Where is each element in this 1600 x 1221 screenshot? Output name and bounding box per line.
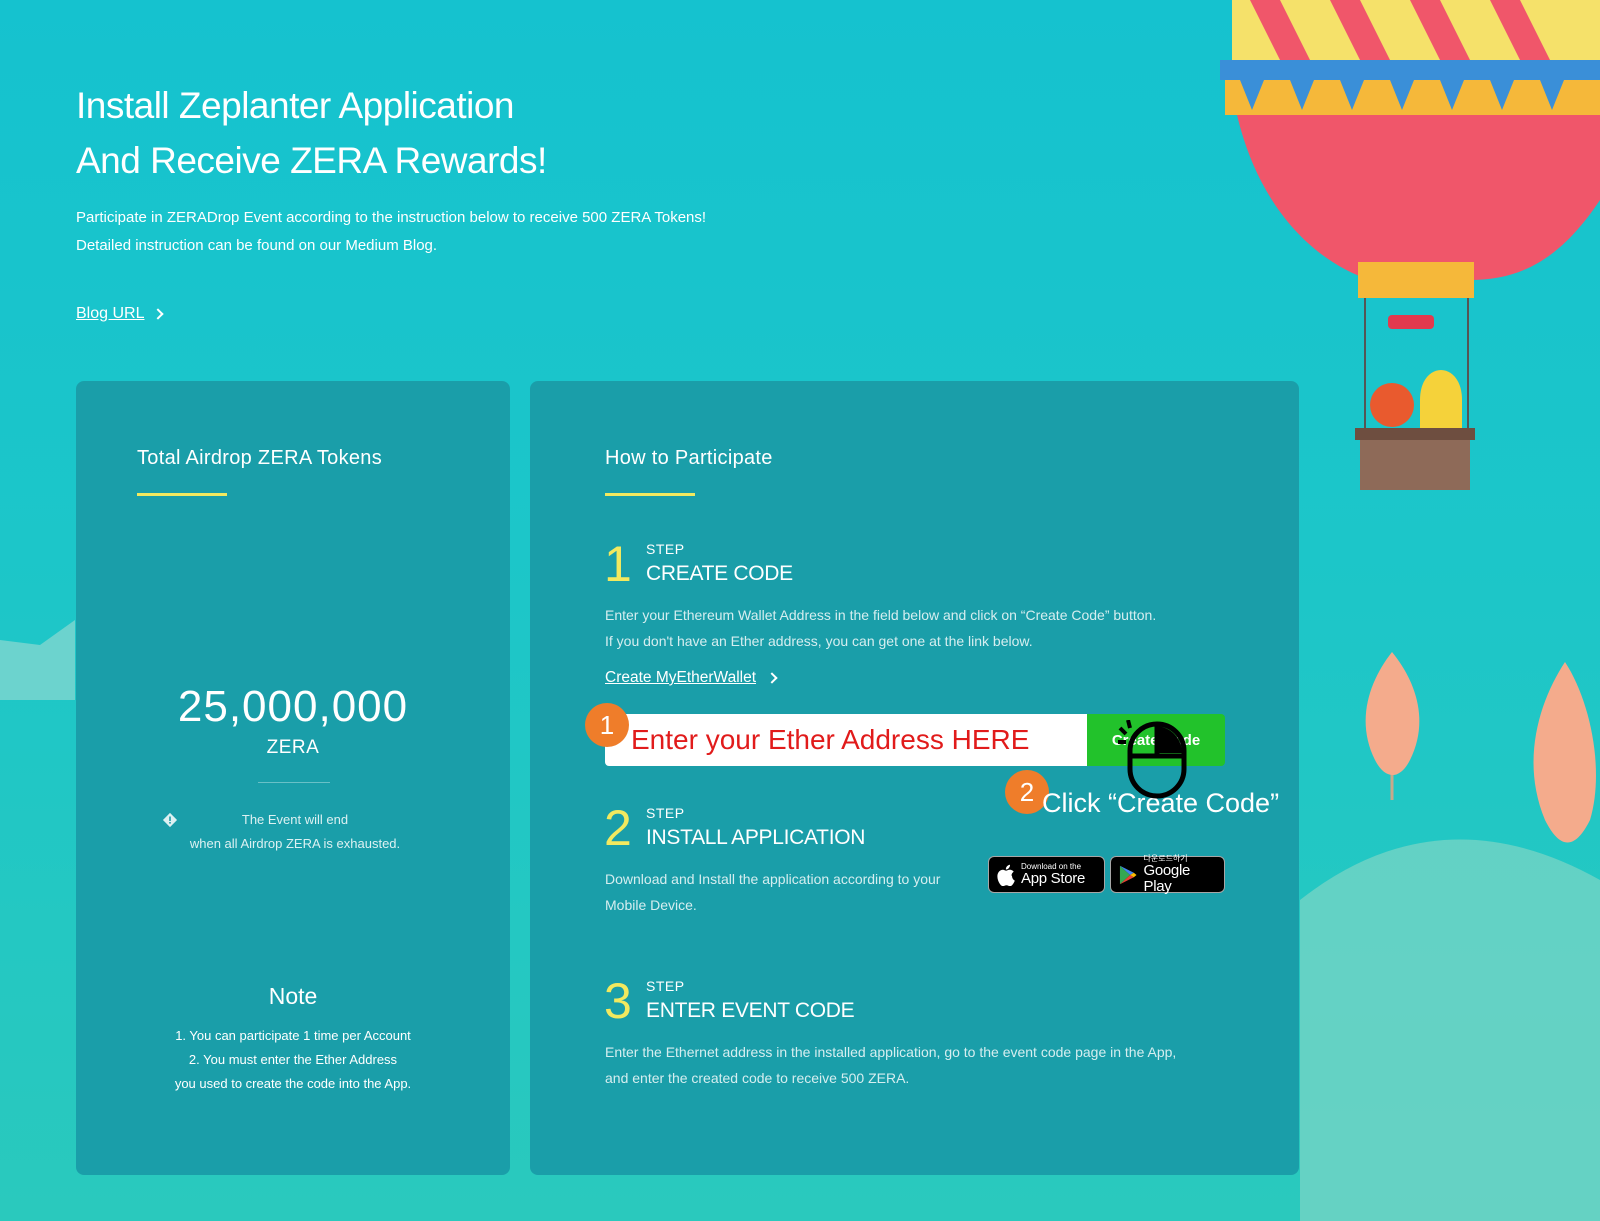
step1-heading: CREATE CODE <box>646 562 793 585</box>
hero-desc-line1: Participate in ZERADrop Event according … <box>76 209 707 226</box>
app-store-big-text: App Store <box>1021 870 1086 887</box>
wallet-link-label: Create MyEtherWallet <box>605 669 757 686</box>
app-store-button[interactable]: Download on the App Store <box>988 856 1105 893</box>
create-myetherwallet-link[interactable]: Create MyEtherWallet <box>605 669 778 687</box>
step2-number: 2 <box>604 800 632 856</box>
divider <box>258 782 330 783</box>
how-to-participate-title: How to Participate <box>605 447 773 469</box>
notice-line2: when all Airdrop ZERA is exhausted. <box>189 836 401 851</box>
step2-heading: INSTALL APPLICATION <box>646 826 866 849</box>
hero-description: Participate in ZERADrop Event according … <box>76 204 706 260</box>
mouse-click-icon <box>1118 720 1187 799</box>
annotation-badge-1: 1 <box>585 703 629 747</box>
event-end-notice: The Event will end when all Airdrop ZERA… <box>170 808 420 856</box>
step3-number: 3 <box>604 973 632 1029</box>
step1-desc-line: Enter your Ethereum Wallet Address in th… <box>605 607 1157 623</box>
title-underline <box>137 493 227 496</box>
notice-line1: The Event will end <box>241 812 349 827</box>
step3-description: Enter the Ethernet address in the instal… <box>605 1039 1176 1091</box>
chevron-right-icon <box>152 308 165 320</box>
note-line: 2. You must enter the Ether Address <box>188 1052 398 1067</box>
step2-desc-line: Download and Install the application acc… <box>605 871 941 887</box>
total-token-value: 25,000,000 <box>177 682 409 731</box>
step1-number: 1 <box>604 536 632 592</box>
blog-url-link[interactable]: Blog URL <box>76 305 165 323</box>
note-line: 1. You can participate 1 time per Accoun… <box>175 1028 411 1043</box>
hero-title-line1: Install Zeplanter Application <box>76 85 514 126</box>
step3-heading: ENTER EVENT CODE <box>646 999 855 1022</box>
step2-label: STEP <box>646 805 685 821</box>
google-play-icon <box>1119 865 1137 884</box>
step1-desc-line: If you don't have an Ether address, you … <box>605 633 1033 649</box>
title-underline <box>605 493 695 496</box>
step3-desc-line: and enter the created code to receive 50… <box>605 1070 910 1086</box>
total-airdrop-title: Total Airdrop ZERA Tokens <box>137 447 383 469</box>
tree-icon <box>1533 662 1596 843</box>
step2-desc-line: Mobile Device. <box>605 897 697 913</box>
chevron-right-icon <box>766 672 778 684</box>
note-list: 1. You can participate 1 time per Accoun… <box>76 1024 510 1096</box>
step3-label: STEP <box>646 978 685 994</box>
hero-title: Install Zeplanter Application And Receiv… <box>76 78 547 188</box>
blog-url-label: Blog URL <box>76 305 145 322</box>
hero-desc-line2: Detailed instruction can be found on our… <box>76 237 438 254</box>
hero-title-line2: And Receive ZERA Rewards! <box>76 140 547 181</box>
total-token-unit: ZERA <box>266 737 320 758</box>
note-line: you used to create the code into the App… <box>174 1076 412 1091</box>
google-play-button[interactable]: 다운로드하기 Google Play <box>1110 854 1225 895</box>
step1-description: Enter your Ethereum Wallet Address in th… <box>605 602 1156 654</box>
note-title: Note <box>268 983 318 1009</box>
ether-address-input[interactable] <box>605 714 1087 766</box>
step2-description: Download and Install the application acc… <box>605 866 940 918</box>
apple-icon <box>997 864 1015 886</box>
tree-icon <box>1365 652 1420 800</box>
step3-desc-line: Enter the Ethernet address in the instal… <box>605 1044 1177 1060</box>
step1-label: STEP <box>646 541 685 557</box>
google-play-big-text: Google Play <box>1143 862 1191 895</box>
